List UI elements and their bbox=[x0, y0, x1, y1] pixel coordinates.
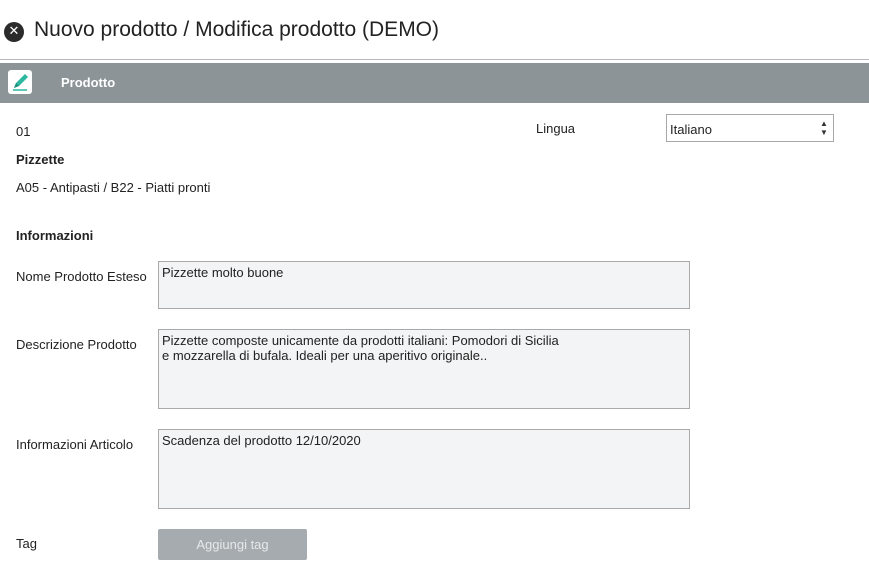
section-label: Prodotto bbox=[61, 75, 116, 90]
pencil-icon bbox=[8, 70, 32, 94]
page-title: Nuovo prodotto / Modifica prodotto (DEMO… bbox=[34, 18, 440, 41]
title-divider bbox=[0, 59, 869, 60]
language-select-value: Italiano bbox=[670, 122, 712, 137]
window-titlebar: ✕ Nuovo prodotto / Modifica prodotto (DE… bbox=[0, 0, 869, 60]
language-select[interactable]: Italiano ▲ ▼ bbox=[666, 114, 834, 142]
language-label: Lingua bbox=[536, 121, 576, 136]
close-icon[interactable]: ✕ bbox=[4, 22, 24, 42]
product-code: 01 bbox=[16, 124, 31, 139]
info-heading: Informazioni bbox=[16, 228, 94, 243]
add-tag-button[interactable]: Aggiungi tag bbox=[158, 529, 307, 560]
section-header: Prodotto bbox=[0, 63, 869, 103]
article-info-label: Informazioni Articolo bbox=[16, 437, 134, 452]
product-name: Pizzette bbox=[16, 152, 65, 167]
description-field[interactable]: Pizzette composte unicamente da prodotti… bbox=[158, 329, 690, 409]
tag-label: Tag bbox=[16, 536, 37, 551]
extended-name-field[interactable]: Pizzette molto buone bbox=[158, 261, 690, 309]
article-info-field[interactable]: Scadenza del prodotto 12/10/2020 bbox=[158, 429, 690, 509]
select-arrows-icon: ▲ ▼ bbox=[820, 119, 828, 137]
category-path: A05 - Antipasti / B22 - Piatti pronti bbox=[16, 180, 211, 195]
description-label: Descrizione Prodotto bbox=[16, 337, 137, 352]
extended-name-label: Nome Prodotto Esteso bbox=[16, 269, 147, 284]
